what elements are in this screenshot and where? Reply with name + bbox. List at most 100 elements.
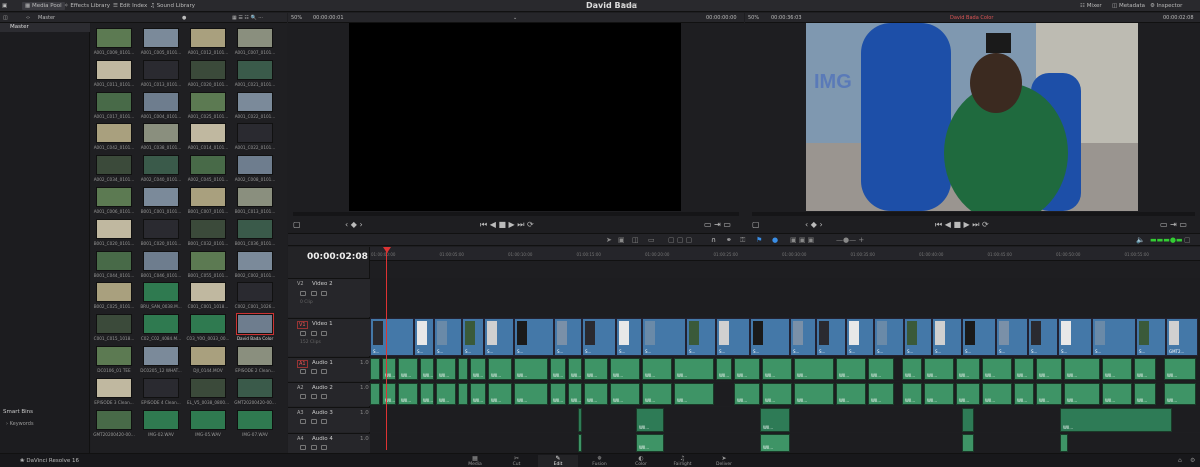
timeline-name[interactable]: David Bada Color bbox=[950, 15, 993, 21]
video-clip[interactable]: S... bbox=[484, 318, 514, 356]
audio-clip[interactable]: WII... bbox=[642, 358, 672, 380]
clip-thumbnail[interactable] bbox=[190, 250, 226, 271]
audio-clip[interactable]: WII... bbox=[762, 358, 792, 380]
clip-thumbnail[interactable] bbox=[237, 409, 273, 430]
dynamic-trim-icon[interactable]: ◫ bbox=[632, 236, 639, 244]
audio-clip[interactable]: WII... bbox=[734, 383, 760, 405]
audio-clip[interactable]: WII... bbox=[1064, 383, 1100, 405]
fullscreen-icon[interactable]: ▢ bbox=[1184, 236, 1191, 244]
audio-clip[interactable]: WII... bbox=[398, 358, 418, 380]
clip-thumbnail[interactable] bbox=[96, 409, 132, 430]
clip-thumbnail[interactable] bbox=[190, 187, 226, 207]
bin-path-icon[interactable]: ‹› bbox=[26, 15, 30, 21]
audio-clip[interactable]: WII... bbox=[868, 358, 894, 380]
video-clip[interactable]: S... bbox=[554, 318, 582, 356]
clip-thumbnail[interactable] bbox=[143, 377, 179, 398]
video-clip[interactable]: S... bbox=[434, 318, 462, 356]
audio-clip[interactable]: WII... bbox=[584, 383, 608, 405]
page-tab-edit[interactable]: ✎ Edit bbox=[538, 455, 578, 467]
audio-clip[interactable]: WII... bbox=[674, 358, 714, 380]
lock-icon[interactable] bbox=[300, 369, 306, 374]
audio-clip[interactable]: WII... bbox=[642, 383, 672, 405]
selection-tool-icon[interactable]: ➤ bbox=[606, 236, 612, 244]
track-header-a3[interactable]: A3 Audio 3 1.0 bbox=[288, 407, 370, 432]
source-viewer[interactable] bbox=[349, 23, 681, 211]
audio-clip[interactable]: WII... bbox=[1036, 358, 1062, 380]
timeline-mark-icons[interactable]: ▭ ⇥ ▭ bbox=[1160, 220, 1187, 229]
page-tab-fusion[interactable]: ✵ Fusion bbox=[580, 455, 620, 467]
inspector-button[interactable]: ⚙ Inspector bbox=[1150, 2, 1182, 10]
page-tab-deliver[interactable]: ➤ Deliver bbox=[704, 455, 744, 467]
audio-clip[interactable]: WII... bbox=[610, 358, 640, 380]
timeline-scrub-bar[interactable] bbox=[752, 212, 1195, 216]
audio-clip[interactable]: WII... bbox=[1164, 383, 1196, 405]
clip-thumbnail[interactable] bbox=[143, 282, 179, 303]
clip-thumbnail[interactable] bbox=[237, 123, 273, 144]
playhead[interactable] bbox=[386, 250, 387, 450]
clip-thumbnail[interactable] bbox=[96, 155, 132, 176]
clip-thumbnail[interactable] bbox=[190, 155, 226, 176]
clip-thumbnail[interactable] bbox=[237, 91, 273, 112]
clip-thumbnail[interactable] bbox=[190, 377, 226, 398]
solo-icon[interactable] bbox=[311, 445, 317, 450]
lock-icon[interactable] bbox=[300, 394, 306, 399]
audio-clip[interactable]: WII... bbox=[382, 383, 396, 405]
marker-icon[interactable]: ● bbox=[772, 236, 778, 244]
clip-thumbnail[interactable] bbox=[237, 218, 273, 239]
page-tab-media[interactable]: ▦ Media bbox=[455, 455, 495, 467]
clip-thumbnail[interactable] bbox=[143, 314, 179, 335]
audio-clip[interactable]: WII... bbox=[956, 358, 980, 380]
volume-slider[interactable]: ▬▬▬●▬ bbox=[1150, 236, 1183, 244]
clip-thumbnail[interactable] bbox=[190, 91, 226, 112]
video-clip[interactable]: S... bbox=[932, 318, 962, 356]
audio-clip[interactable] bbox=[370, 358, 380, 380]
clip-thumbnail[interactable] bbox=[143, 28, 179, 48]
clip-thumbnail[interactable] bbox=[190, 314, 226, 335]
clip-thumbnail[interactable] bbox=[96, 187, 132, 207]
track-header-a4[interactable]: A4 Audio 4 1.0 bbox=[288, 433, 370, 453]
clip-thumbnail[interactable] bbox=[143, 346, 179, 366]
audio-clip[interactable]: WII... bbox=[734, 358, 760, 380]
sound-library-button[interactable]: ♫ Sound Library bbox=[150, 2, 195, 10]
solo-icon[interactable] bbox=[311, 369, 317, 374]
clip-thumbnail[interactable] bbox=[237, 282, 273, 303]
mute-icon[interactable] bbox=[321, 369, 327, 374]
audio-clip[interactable]: WII... bbox=[488, 383, 512, 405]
lock-icon[interactable] bbox=[300, 419, 306, 424]
track-header-a2[interactable]: A2 Audio 2 1.0 bbox=[288, 382, 370, 406]
audio-clip[interactable]: WII... bbox=[924, 383, 954, 405]
video-clip[interactable]: S... bbox=[996, 318, 1028, 356]
clip-thumbnail[interactable] bbox=[96, 282, 132, 303]
project-settings-icon[interactable]: ⌂ bbox=[1178, 457, 1182, 464]
audio-clip[interactable]: WII... bbox=[436, 358, 456, 380]
effects-library-button[interactable]: ✧ Effects Library bbox=[64, 2, 110, 10]
enable-track-icon[interactable] bbox=[321, 291, 327, 296]
video-clip[interactable]: GMT2... bbox=[1166, 318, 1198, 356]
video-clip[interactable]: S... bbox=[414, 318, 434, 356]
clip-thumbnail[interactable] bbox=[143, 409, 179, 430]
clip-thumbnail[interactable] bbox=[190, 123, 226, 144]
clip-thumbnail[interactable] bbox=[96, 59, 132, 80]
mixer-button[interactable]: ☷ Mixer bbox=[1080, 2, 1102, 10]
page-tab-cut[interactable]: ✂ Cut bbox=[497, 455, 537, 467]
clip-thumbnail[interactable] bbox=[143, 250, 179, 271]
audio-clip[interactable]: WII... bbox=[956, 383, 980, 405]
video-clip[interactable]: S... bbox=[686, 318, 716, 356]
clip-thumbnail[interactable] bbox=[96, 123, 132, 144]
video-clip[interactable]: S... bbox=[370, 318, 414, 356]
page-tab-fairlight[interactable]: ♫ Fairlight bbox=[663, 455, 703, 467]
source-scrub-bar[interactable] bbox=[293, 212, 739, 216]
clip-thumbnail[interactable] bbox=[96, 91, 132, 112]
clip-thumbnail[interactable] bbox=[143, 218, 179, 239]
panel-toggle-icon[interactable]: ◫ bbox=[3, 15, 8, 21]
clip-thumbnail[interactable] bbox=[237, 28, 273, 48]
video-clip[interactable]: S... bbox=[1058, 318, 1092, 356]
audio-clip[interactable]: WII... bbox=[568, 358, 582, 380]
mute-icon[interactable] bbox=[321, 394, 327, 399]
audio-clip[interactable]: WII... bbox=[1036, 383, 1062, 405]
audio-clip[interactable]: WII... bbox=[674, 383, 714, 405]
audio-clip[interactable]: WII... bbox=[836, 358, 866, 380]
track-header-a1[interactable]: A1 Audio 1 1.0 bbox=[288, 357, 370, 381]
keywords-bin[interactable]: › Keywords bbox=[6, 421, 34, 427]
video-clip[interactable]: S... bbox=[514, 318, 554, 356]
